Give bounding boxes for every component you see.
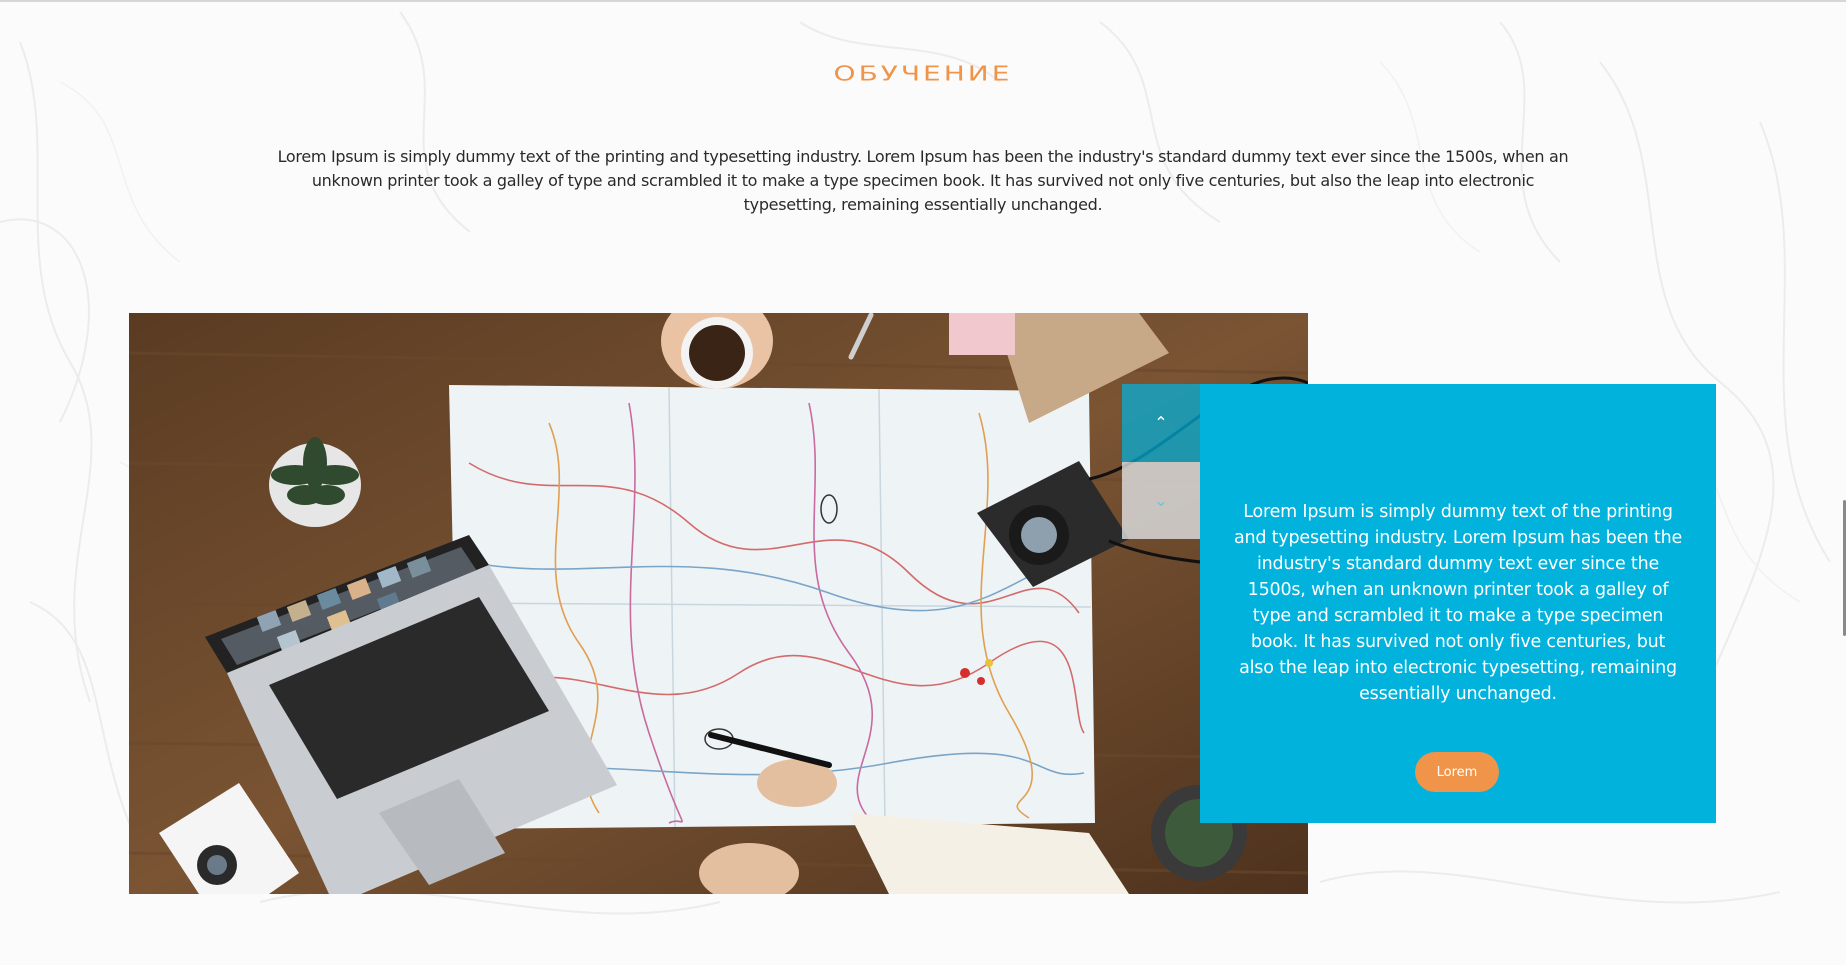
chevron-down-icon: ⌄: [1154, 490, 1168, 510]
slider-prev-button[interactable]: ⌃: [1122, 384, 1200, 462]
top-divider: [0, 0, 1846, 2]
info-card-button[interactable]: Lorem: [1415, 752, 1499, 792]
info-card: Lorem Ipsum is simply dummy text of the …: [1200, 384, 1716, 823]
slider-navigation: ⌃ ⌄: [1122, 384, 1200, 539]
info-card-text: Lorem Ipsum is simply dummy text of the …: [1233, 502, 1683, 704]
section-intro-text: Lorem Ipsum is simply dummy text of the …: [277, 147, 1569, 214]
chevron-up-icon: ⌃: [1154, 413, 1168, 432]
section-title: ОБУЧЕНИЕ: [833, 62, 1013, 86]
slider-next-button[interactable]: ⌄: [1122, 462, 1200, 539]
